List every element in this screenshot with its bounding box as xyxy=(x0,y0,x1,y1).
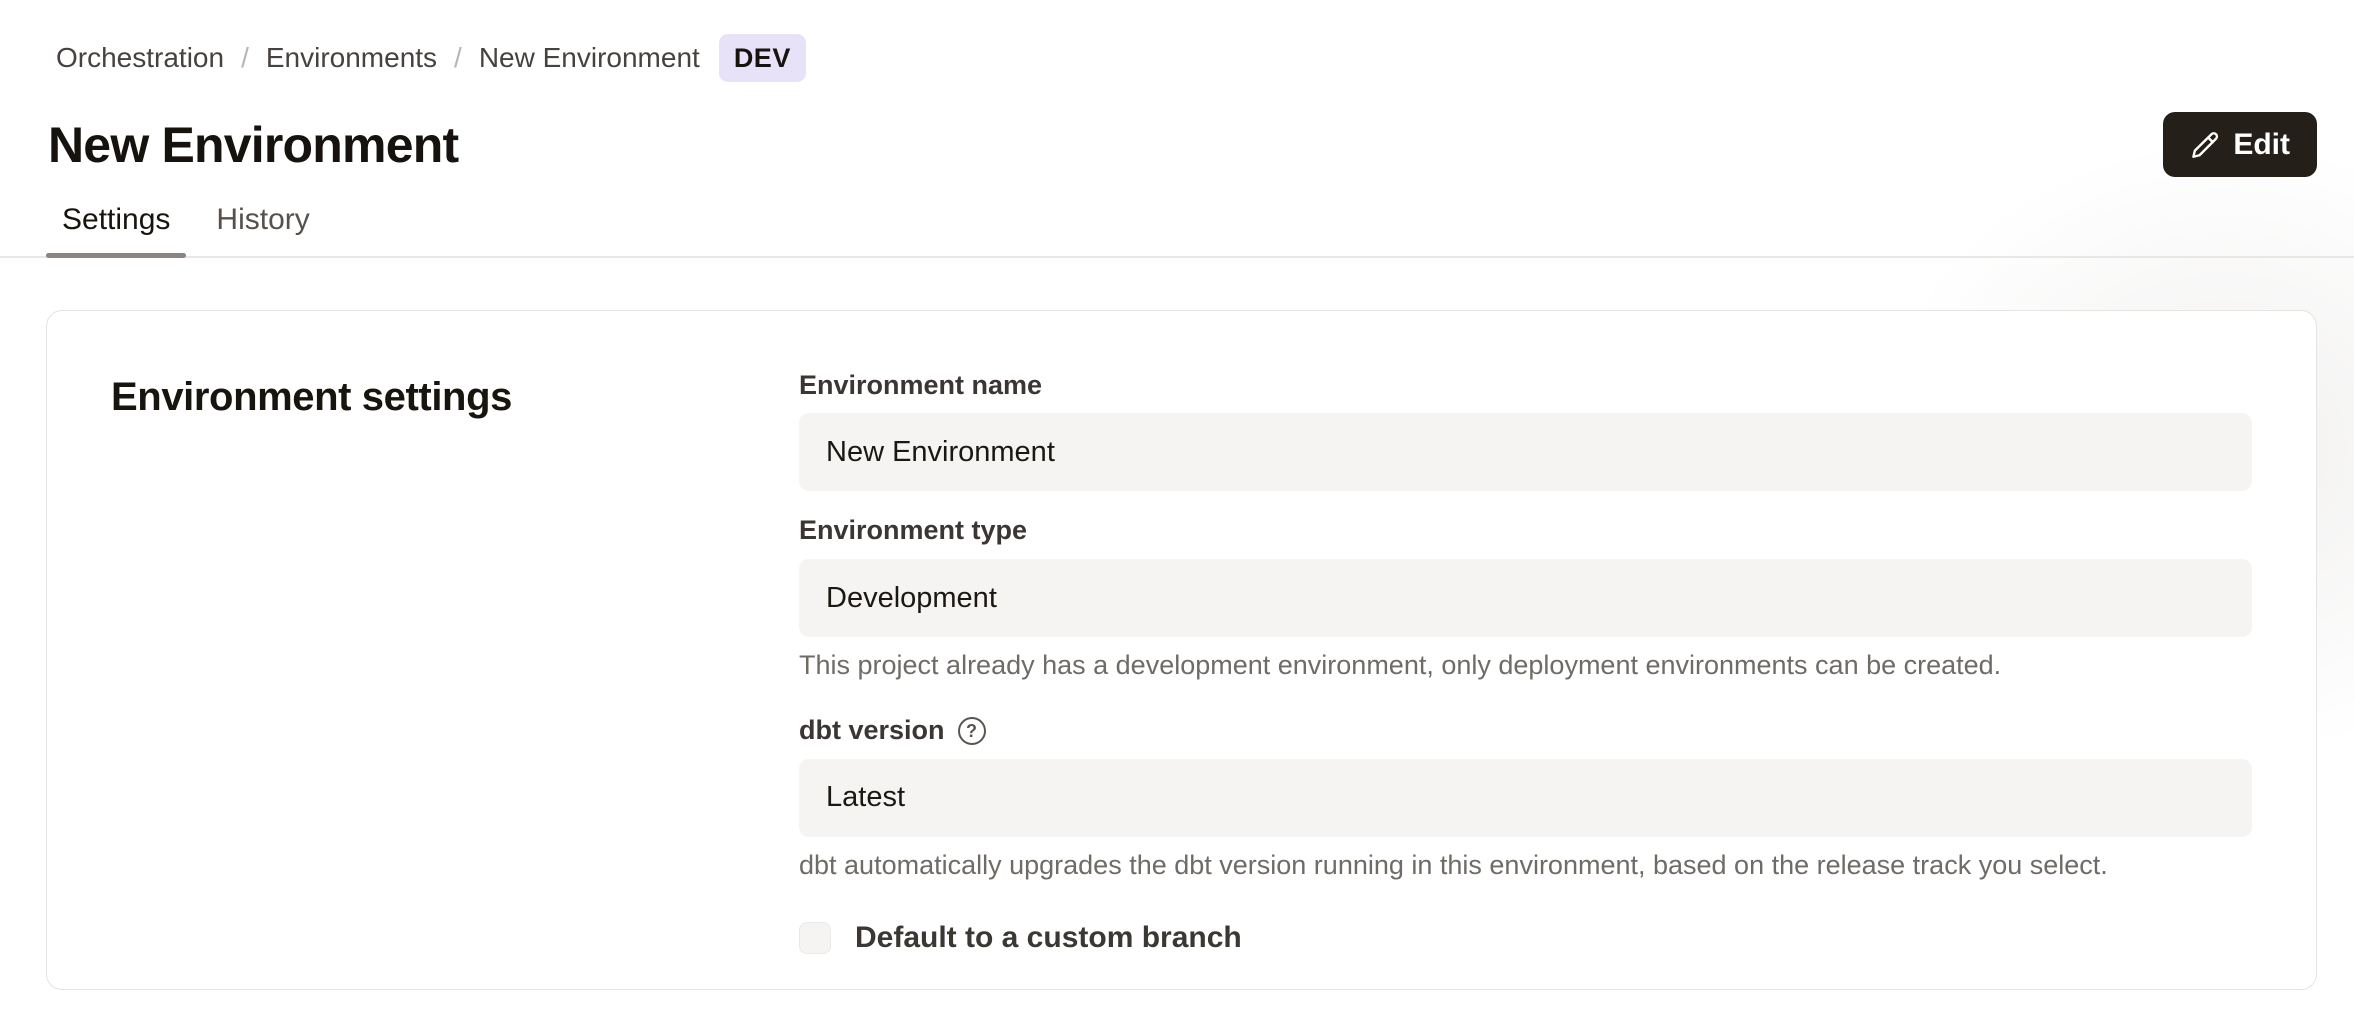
breadcrumb-current-page: New Environment xyxy=(479,44,700,72)
field-environment-name: Environment name xyxy=(799,369,2252,492)
edit-button[interactable]: Edit xyxy=(2163,112,2317,177)
page-title: New Environment xyxy=(46,116,458,174)
dbt-version-label-row: dbt version ? xyxy=(799,714,2252,748)
settings-form: Environment name Environment type This p… xyxy=(799,363,2252,933)
dev-badge: DEV xyxy=(719,34,806,82)
environment-settings-card: Environment settings Environment name En… xyxy=(46,310,2317,990)
question-circle-icon[interactable]: ? xyxy=(958,717,986,745)
tab-settings[interactable]: Settings xyxy=(46,188,186,256)
dbt-version-label: dbt version xyxy=(799,714,945,748)
environment-type-label: Environment type xyxy=(799,514,2252,548)
custom-branch-checkbox[interactable] xyxy=(799,922,831,954)
pencil-icon xyxy=(2190,130,2220,160)
dbt-version-helper-text: dbt automatically upgrades the dbt versi… xyxy=(799,848,2252,883)
page-header: New Environment Edit xyxy=(46,112,2317,177)
tab-history[interactable]: History xyxy=(200,188,325,256)
environment-settings-page: Orchestration / Environments / New Envir… xyxy=(0,0,2354,1020)
environment-name-input[interactable] xyxy=(799,413,2252,491)
environment-name-label: Environment name xyxy=(799,369,2252,403)
custom-branch-row: Default to a custom branch xyxy=(799,920,2252,956)
dbt-version-input[interactable] xyxy=(799,759,2252,837)
environment-type-helper-text: This project already has a development e… xyxy=(799,648,2252,683)
breadcrumb-orchestration[interactable]: Orchestration xyxy=(56,44,224,72)
field-environment-type: Environment type This project already ha… xyxy=(799,514,2252,683)
edit-button-label: Edit xyxy=(2233,128,2290,162)
breadcrumb-separator: / xyxy=(454,44,462,72)
breadcrumb-environments[interactable]: Environments xyxy=(266,44,437,72)
card-heading-column: Environment settings xyxy=(111,363,799,933)
custom-branch-label[interactable]: Default to a custom branch xyxy=(855,920,1242,956)
breadcrumb: Orchestration / Environments / New Envir… xyxy=(46,34,2317,82)
breadcrumb-separator: / xyxy=(241,44,249,72)
tab-bar: Settings History xyxy=(0,188,2354,258)
field-dbt-version: dbt version ? dbt automatically upgrades… xyxy=(799,714,2252,883)
card-heading: Environment settings xyxy=(111,363,799,420)
environment-type-input[interactable] xyxy=(799,559,2252,637)
